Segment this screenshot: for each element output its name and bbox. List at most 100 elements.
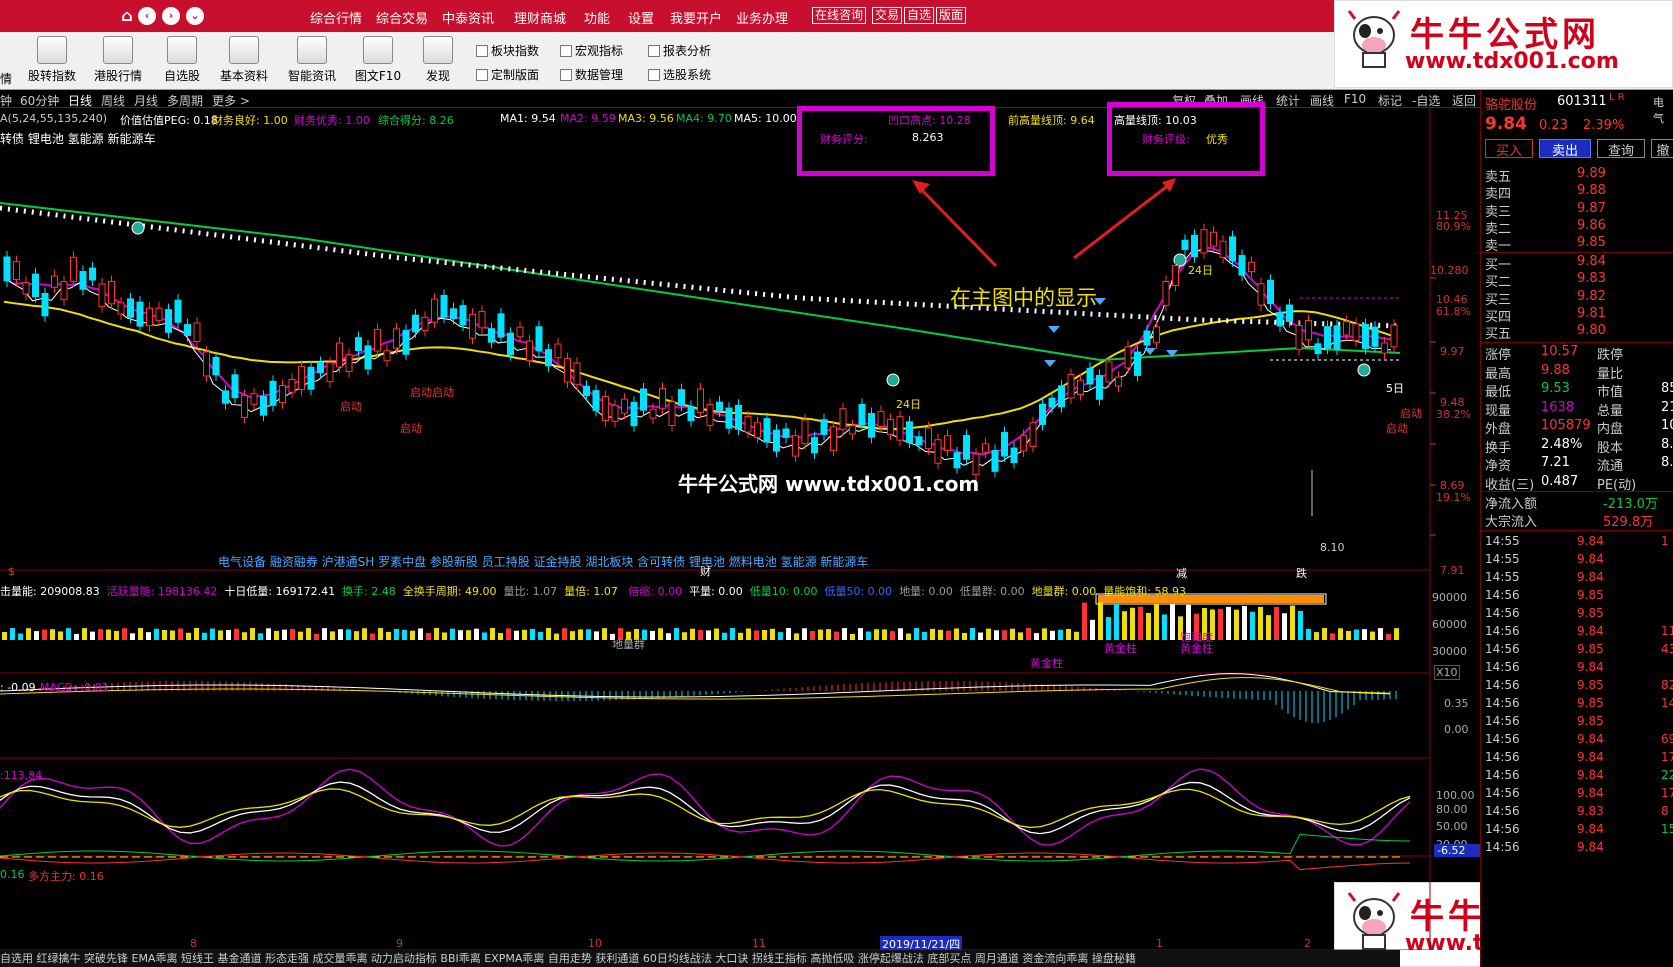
dfzl-val: 0.16	[0, 868, 25, 881]
tick-row-cell: 14:56	[1485, 750, 1520, 764]
volume-bar	[162, 629, 167, 640]
rtool-hx2[interactable]: 画线	[1310, 92, 1334, 109]
menu-box-zxzx[interactable]: 在线咨询	[812, 7, 867, 24]
toolbar-sjgl[interactable]: 数据管理	[560, 66, 623, 83]
volume-bar	[506, 628, 511, 640]
vol-scale[interactable]: X10	[1434, 665, 1460, 680]
menu-box-zx[interactable]: 自选	[904, 7, 935, 24]
toolbar-button-twf10[interactable]: 图文F10	[350, 36, 406, 84]
volume-bar	[898, 628, 903, 640]
period-multi[interactable]: 多周期	[167, 92, 203, 109]
volume-bar	[946, 630, 951, 640]
dropdown-icon[interactable]: ⌄	[186, 7, 204, 25]
tick-row-cell: 9.84	[1577, 570, 1604, 584]
period-min[interactable]: 钟	[0, 92, 12, 109]
kdj-y: 50.00	[1436, 820, 1468, 833]
stat-row-cell: 21	[1661, 399, 1673, 415]
flow-row: 净流入额 -213.0万	[1485, 493, 1670, 512]
ask-row-cell: 卖三	[1485, 204, 1512, 220]
period-60m[interactable]: 60分钟	[20, 92, 59, 109]
stat-row: 净资 7.21 流通 8.	[1485, 455, 1673, 474]
candle-body	[811, 437, 818, 454]
toolbar-hgzb[interactable]: 宏观指标	[560, 42, 623, 59]
candle-body	[1001, 432, 1008, 457]
ask-row-cell: 9.85	[1577, 235, 1606, 251]
volume-bar	[186, 632, 191, 640]
toolbar-dzbm[interactable]: 定制版面	[476, 66, 539, 83]
toolbar-button-gzzs[interactable]: 股转指数	[26, 36, 78, 84]
tick-row-cell: 14:56	[1485, 624, 1520, 638]
bid-row-cell: 买三	[1485, 292, 1512, 308]
formula-tabs[interactable]: 自选用 红绿擒牛 突破先锋 EMA乖离 短线王 基金通道 形态走强 成交量乖离 …	[0, 952, 1136, 965]
volume-bar	[378, 628, 383, 640]
candle-body	[649, 408, 657, 419]
menu-box-bm[interactable]: 版面	[936, 7, 967, 24]
tick-row-cell: 9.85	[1577, 588, 1604, 602]
marker-cai: 财	[700, 565, 711, 578]
tick-row-cell: 17	[1661, 750, 1673, 764]
data-icon	[560, 69, 572, 81]
sell-button[interactable]: 卖出	[1539, 139, 1591, 159]
menu-item-lcsc[interactable]: 理财商城	[514, 8, 566, 27]
tick-row: 14:55 9.84	[1485, 552, 1670, 569]
toolbar-button-zxg[interactable]: 自选股	[158, 36, 206, 84]
volume-bar	[1002, 630, 1007, 640]
volume-bar	[1378, 628, 1383, 640]
volume-bar	[1018, 632, 1023, 640]
candle-body	[925, 427, 932, 450]
quote-panel: 骆驼股份 601311 L R 电气 9.84 0.23 2.39% 买入 卖出…	[1480, 90, 1673, 967]
vol-val: 量比: 1.07	[503, 585, 558, 598]
toolbar-button-znzx[interactable]: 智能资讯	[284, 36, 340, 84]
volume-bar	[330, 631, 335, 640]
volume-bar	[602, 628, 607, 640]
period-day[interactable]: 日线	[68, 92, 92, 109]
kdj-val: :113.84	[0, 769, 43, 782]
menu-item-zzzx[interactable]: 中泰资讯	[442, 8, 494, 27]
period-more[interactable]: 更多 >	[212, 92, 250, 109]
menu-item-wykh[interactable]: 我要开户	[670, 8, 722, 27]
x-label: 8	[190, 937, 197, 950]
candle-body	[858, 403, 866, 426]
query-button[interactable]: 查询	[1597, 139, 1645, 159]
menu-item-gn[interactable]: 功能	[584, 8, 610, 27]
kline-chart[interactable]	[0, 108, 1480, 950]
candle-body	[782, 428, 790, 438]
tick-row-cell: 9.85	[1577, 606, 1604, 620]
toolbar-button-jbzl[interactable]: 基本资料	[216, 36, 272, 84]
index-icon	[37, 36, 67, 64]
rtool-bj[interactable]: 标记	[1378, 92, 1402, 109]
menu-item-sz[interactable]: 设置	[628, 8, 654, 27]
forward-icon[interactable]: ›	[162, 7, 180, 25]
volume-bar	[730, 628, 735, 640]
volume-bar	[1362, 629, 1367, 640]
buy-button[interactable]: 买入	[1485, 139, 1533, 159]
toolbar-xgxt[interactable]: 选股系统	[648, 66, 711, 83]
menu-item-zhjy[interactable]: 综合交易	[376, 8, 428, 27]
menu-item-zhhq[interactable]: 综合行情	[310, 8, 362, 27]
volume-bar	[538, 631, 543, 640]
rtool-tj[interactable]: 统计	[1276, 92, 1300, 109]
home-icon[interactable]: ⌂	[118, 7, 136, 25]
toolbar-bbfx[interactable]: 报表分析	[648, 42, 711, 59]
candle-body	[431, 298, 438, 323]
menu-box-jy[interactable]: 交易	[872, 7, 903, 24]
toolbar-button-ggxq[interactable]: 港股行情	[92, 36, 144, 84]
rtool-f10[interactable]: F10	[1344, 92, 1366, 106]
tick-row-cell: 9.85	[1577, 696, 1604, 710]
candle-body	[982, 443, 989, 453]
back-icon[interactable]: ‹	[138, 7, 156, 25]
ma-magenta	[3, 246, 1392, 456]
kdj-badge: -6.52	[1434, 844, 1480, 857]
rating-label: 财务评级:	[1142, 133, 1190, 146]
toolbar-button-fx[interactable]: 发现	[416, 36, 460, 84]
formula-tab-bar[interactable]: 自选用 红绿擒牛 突破先锋 EMA乖离 短线王 基金通道 形态走强 成交量乖离 …	[0, 950, 1400, 967]
candle-body	[1124, 346, 1132, 369]
period-week[interactable]: 周线	[101, 92, 125, 109]
rtool-fh[interactable]: 返回	[1452, 92, 1476, 109]
period-month[interactable]: 月线	[134, 92, 158, 109]
grid-icon	[476, 45, 488, 57]
menu-item-ywbl[interactable]: 业务办理	[736, 8, 788, 27]
rtool-zx[interactable]: -自选	[1412, 92, 1440, 109]
cancel-button[interactable]: 撤	[1651, 139, 1673, 159]
toolbar-bkzs[interactable]: 板块指数	[476, 42, 539, 59]
